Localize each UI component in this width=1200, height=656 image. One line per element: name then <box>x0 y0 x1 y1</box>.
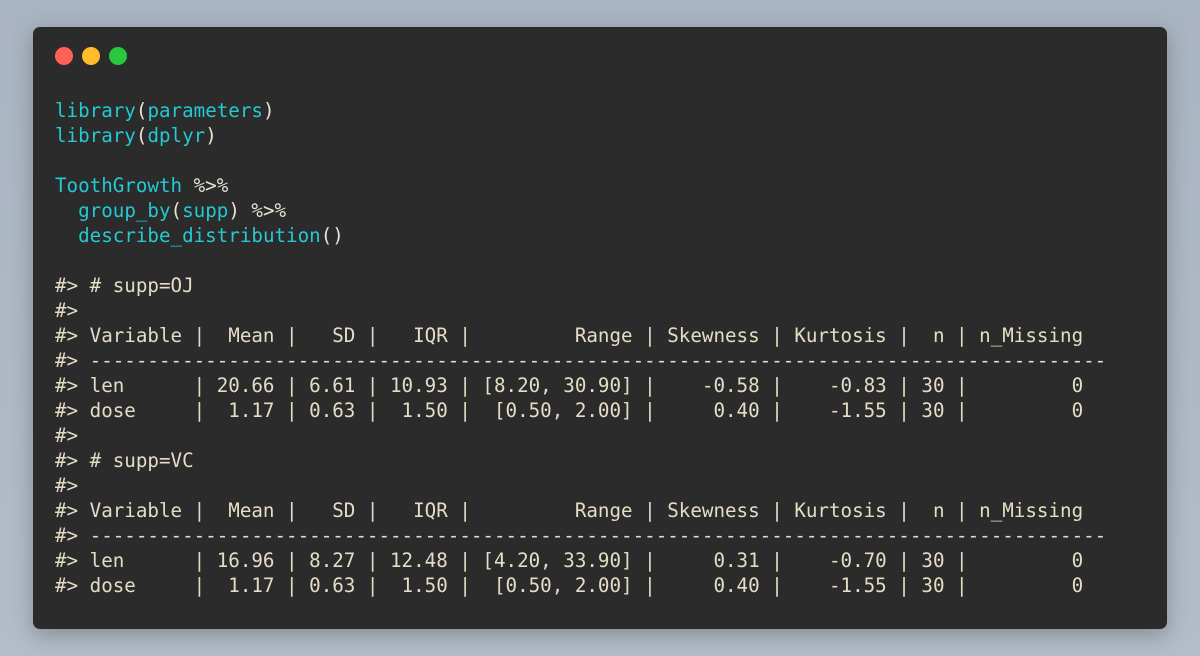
code-line-5: group_by(supp) %>% <box>55 198 1106 223</box>
paren-close: ) <box>228 199 240 222</box>
output-table-row: #> len | 20.66 | 6.61 | 10.93 | [8.20, 3… <box>55 374 1084 397</box>
output-table-rule: #> -------------------------------------… <box>55 349 1107 372</box>
pipe-operator: %>% <box>239 199 287 222</box>
pipe-operator: %>% <box>182 174 229 197</box>
paren-open: ( <box>135 99 148 122</box>
dataset-name: ToothGrowth <box>55 174 183 197</box>
code-line-2: library(dplyr) <box>55 123 1106 148</box>
window-controls <box>55 47 127 65</box>
output-line: #> <box>55 474 79 497</box>
output-table-rule: #> -------------------------------------… <box>55 524 1107 547</box>
parens: () <box>320 224 344 247</box>
output-table-header: #> Variable | Mean | SD | IQR | Range | … <box>55 499 1084 522</box>
output-table-row: #> len | 16.96 | 8.27 | 12.48 | [4.20, 3… <box>55 549 1084 572</box>
output-table-row: #> dose | 1.17 | 0.63 | 1.50 | [0.50, 2.… <box>55 574 1084 597</box>
output-line: #> # supp=OJ <box>55 274 194 297</box>
function-name: describe_distribution <box>78 224 321 247</box>
output-line: #> <box>55 424 79 447</box>
code-line-1: library(parameters) <box>55 98 1106 123</box>
code-line-4: ToothGrowth %>% <box>55 173 1106 198</box>
function-arg: dplyr <box>147 124 206 147</box>
function-arg: parameters <box>147 99 263 122</box>
code-block: library(parameters) library(dplyr) ToothGr… <box>55 98 1106 598</box>
zoom-dot-icon[interactable] <box>109 47 127 65</box>
output-line: #> <box>55 299 79 322</box>
code-window: library(parameters) library(dplyr) ToothGr… <box>33 27 1167 629</box>
output-line: #> # supp=VC <box>55 449 194 472</box>
paren-open: ( <box>170 199 183 222</box>
function-name: library <box>55 124 136 147</box>
close-dot-icon[interactable] <box>55 47 73 65</box>
paren-close: ) <box>205 124 217 147</box>
paren-open: ( <box>135 124 148 147</box>
output-table-header: #> Variable | Mean | SD | IQR | Range | … <box>55 324 1084 347</box>
minimize-dot-icon[interactable] <box>82 47 100 65</box>
output-table-row: #> dose | 1.17 | 0.63 | 1.50 | [0.50, 2.… <box>55 399 1084 422</box>
function-arg: supp <box>182 199 229 222</box>
paren-close: ) <box>262 99 275 122</box>
code-line-6: describe_distribution() <box>55 223 1106 248</box>
function-name: library <box>55 99 136 122</box>
function-name: group_by <box>78 199 171 222</box>
